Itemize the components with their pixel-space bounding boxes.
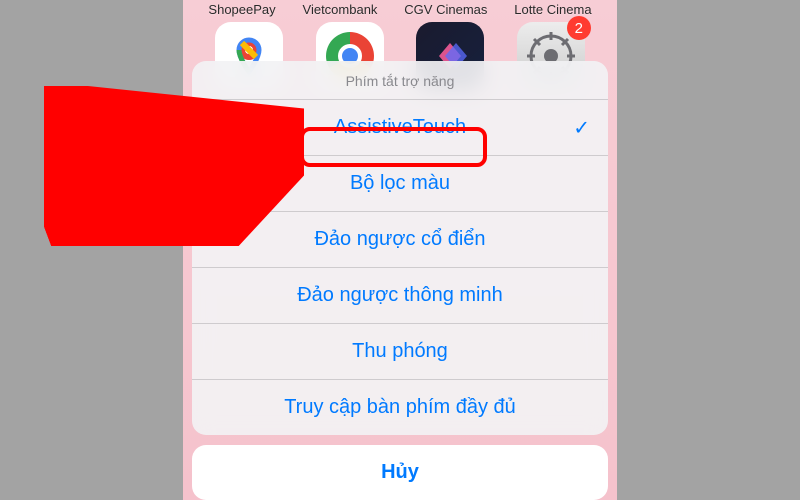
sheet-title: Phím tắt trợ năng xyxy=(192,61,608,100)
phone-screen: ShopeePay Vietcombank CGV Cinemas Lotte … xyxy=(183,0,617,500)
sheet-item-label: AssistiveTouch xyxy=(334,116,466,138)
sheet-item-full-keyboard[interactable]: Truy cập bàn phím đầy đủ xyxy=(192,380,608,435)
app-label-row: ShopeePay Vietcombank CGV Cinemas Lotte … xyxy=(183,2,617,17)
sheet-item-zoom[interactable]: Thu phóng xyxy=(192,324,608,380)
app-label: CGV Cinemas xyxy=(404,2,487,17)
app-label: ShopeePay xyxy=(208,2,275,17)
action-sheet: Phím tắt trợ năng AssistiveTouch ✓ Bộ lọ… xyxy=(192,61,608,500)
sheet-item-invert-smart[interactable]: Đảo ngược thông minh xyxy=(192,268,608,324)
sheet-item-label: Đảo ngược cổ điển xyxy=(314,228,485,250)
sheet-item-label: Bộ lọc màu xyxy=(350,172,450,194)
sheet-item-label: Thu phóng xyxy=(352,340,448,362)
sheet-options-group: Phím tắt trợ năng AssistiveTouch ✓ Bộ lọ… xyxy=(192,61,608,435)
checkmark-icon: ✓ xyxy=(573,115,590,140)
app-label: Lotte Cinema xyxy=(514,2,591,17)
sheet-item-invert-classic[interactable]: Đảo ngược cổ điển xyxy=(192,212,608,268)
sheet-item-assistivetouch[interactable]: AssistiveTouch ✓ xyxy=(192,100,608,156)
notification-badge: 2 xyxy=(567,16,591,40)
sheet-item-label: Truy cập bàn phím đầy đủ xyxy=(284,396,516,418)
cancel-button[interactable]: Hủy xyxy=(192,445,608,500)
sheet-item-label: Đảo ngược thông minh xyxy=(297,284,503,306)
app-label: Vietcombank xyxy=(303,2,378,17)
cancel-label: Hủy xyxy=(381,461,419,483)
sheet-item-color-filter[interactable]: Bộ lọc màu xyxy=(192,156,608,212)
